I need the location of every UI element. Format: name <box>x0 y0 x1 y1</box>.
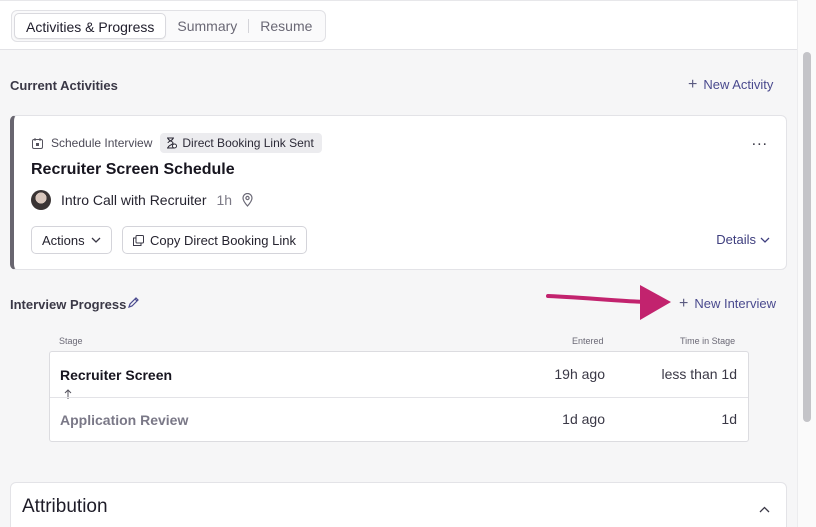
table-row[interactable]: Application Review 1d ago 1d <box>50 397 748 442</box>
tab-resume[interactable]: Resume <box>249 13 323 39</box>
chevron-down-icon <box>91 237 101 243</box>
tab-activities-progress[interactable]: Activities & Progress <box>14 13 167 39</box>
copy-icon <box>133 234 144 246</box>
column-header-entered: Entered <box>572 336 604 346</box>
chevron-down-icon <box>760 237 770 243</box>
actions-label: Actions <box>42 232 85 248</box>
details-label: Details <box>716 232 756 247</box>
current-activities-title: Current Activities <box>10 78 118 93</box>
status-badge: Direct Booking Link Sent <box>160 133 322 153</box>
activity-type-label: Schedule Interview <box>51 136 153 150</box>
actions-dropdown-button[interactable]: Actions <box>31 226 112 254</box>
hourglass-icon <box>166 137 178 149</box>
stage-time-in-stage: less than 1d <box>661 366 738 382</box>
new-interview-label: New Interview <box>694 296 776 311</box>
activity-meta: Schedule Interview Direct Booking Link S… <box>32 133 322 153</box>
plus-icon: + <box>688 76 698 93</box>
avatar <box>31 190 51 210</box>
attribution-section: Attribution <box>10 482 787 527</box>
interview-progress-title: Interview Progress <box>10 297 127 312</box>
event-duration: 1h <box>216 192 233 208</box>
copy-booking-link-label: Copy Direct Booking Link <box>150 232 296 248</box>
new-activity-button[interactable]: + New Activity <box>688 76 774 93</box>
more-options-button[interactable]: ... <box>752 132 768 150</box>
copy-booking-link-button[interactable]: Copy Direct Booking Link <box>122 226 307 254</box>
plus-icon: + <box>679 295 689 312</box>
scrollbar-thumb[interactable] <box>803 52 811 422</box>
activity-card: Schedule Interview Direct Booking Link S… <box>10 115 787 270</box>
new-activity-label: New Activity <box>703 77 774 92</box>
column-header-stage: Stage <box>59 336 83 346</box>
status-badge-label: Direct Booking Link Sent <box>182 136 314 150</box>
scrollbar[interactable] <box>797 0 816 527</box>
stage-time-in-stage: 1d <box>721 411 737 427</box>
stage-entered: 1d ago <box>562 411 605 427</box>
tab-summary[interactable]: Summary <box>166 13 248 39</box>
details-toggle[interactable]: Details <box>716 232 770 247</box>
stage-name: Application Review <box>60 412 189 428</box>
activity-title: Recruiter Screen Schedule <box>31 161 235 178</box>
stage-name: Recruiter Screen <box>60 367 173 383</box>
tab-group: Activities & Progress Summary Resume <box>11 10 327 42</box>
location-pin-icon <box>242 193 253 207</box>
table-row[interactable]: Recruiter Screen 19h ago less than 1d <box>50 352 748 399</box>
edit-pencil-icon[interactable] <box>127 296 140 314</box>
event-row: Intro Call with Recruiter 1h <box>31 190 253 210</box>
new-interview-button[interactable]: + New Interview <box>679 295 776 312</box>
top-bar: Activities & Progress Summary Resume <box>0 0 797 50</box>
stage-entered: 19h ago <box>554 366 605 382</box>
annotation-arrow <box>546 285 671 320</box>
chevron-up-icon[interactable] <box>759 500 770 518</box>
event-name: Intro Call with Recruiter <box>61 192 207 208</box>
attribution-title: Attribution <box>22 496 108 517</box>
interview-stages-table: Recruiter Screen 19h ago less than 1d Ap… <box>49 351 749 442</box>
calendar-icon <box>32 137 43 149</box>
column-header-time-in-stage: Time in Stage <box>680 336 736 346</box>
